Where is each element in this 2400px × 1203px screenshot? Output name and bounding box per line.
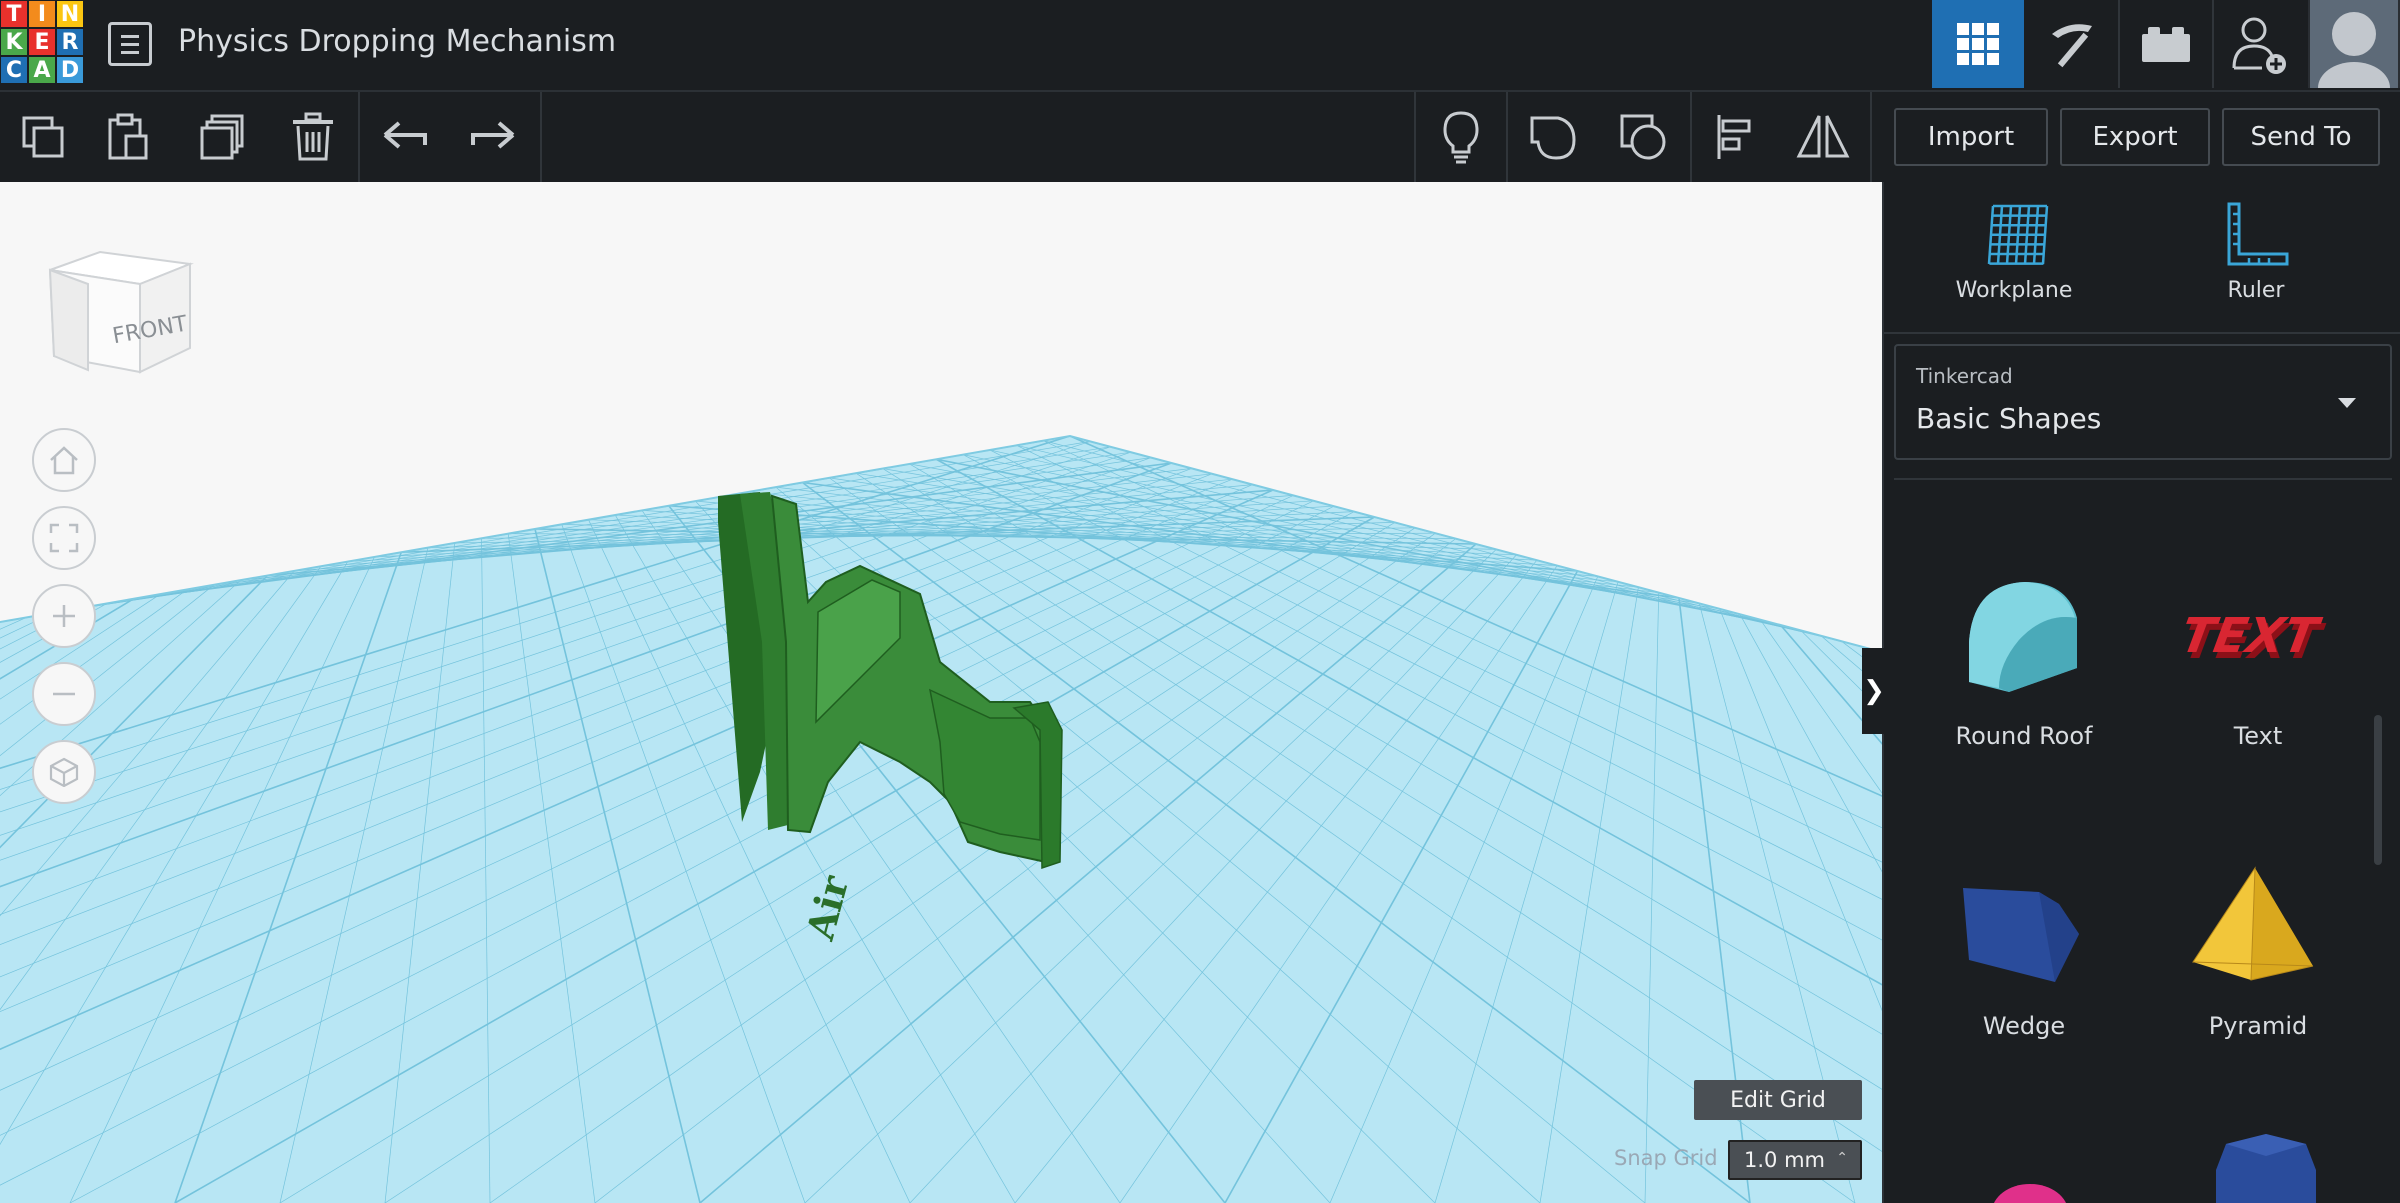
cube-icon — [49, 757, 79, 787]
shape-label: Wedge — [1982, 1012, 2066, 1040]
chevron-up-icon: ⌃ — [1836, 1150, 1848, 1166]
mirror-icon — [1796, 115, 1850, 158]
text-shape: TEXT TEXT — [2183, 608, 2329, 670]
fit-view-button[interactable] — [32, 506, 96, 570]
shape-round-roof[interactable]: Round Roof — [1924, 572, 2124, 772]
edit-toolbar: Import Export Send To — [0, 90, 2400, 182]
bricks-view-button[interactable] — [2120, 0, 2212, 88]
shape-text[interactable]: TEXT TEXT Text — [2158, 572, 2358, 772]
logo-letter: T — [0, 0, 28, 28]
shape-label: Round Roof — [1955, 722, 2093, 750]
workplane-tool[interactable]: Workplane — [1924, 202, 2104, 322]
sphere-shape-partial[interactable] — [1980, 1172, 2080, 1203]
shape-library-select[interactable]: Tinkercad Basic Shapes — [1894, 344, 2392, 460]
panel-scrollbar[interactable] — [2374, 715, 2382, 865]
logo-letter: A — [28, 56, 56, 84]
add-user-icon — [2232, 17, 2286, 74]
blocks-view-button[interactable] — [2026, 0, 2118, 88]
ruler-icon — [2227, 202, 2289, 266]
shapes-panel: Workplane Ruler Tinkercad Basic Shapes R… — [1882, 182, 2400, 1203]
lightbulb-icon — [1443, 111, 1479, 164]
round-roof-shape — [1969, 582, 2077, 692]
snap-grid-select[interactable]: 1.0 mm ⌃ — [1728, 1140, 1862, 1180]
wedge-shape — [1963, 888, 2079, 982]
ruler-tool[interactable]: Ruler — [2166, 202, 2346, 322]
bricks-icon — [2142, 27, 2190, 62]
library-name: Basic Shapes — [1916, 402, 2102, 435]
redo-button[interactable] — [450, 92, 536, 182]
duplicate-icon — [200, 114, 244, 160]
plus-icon — [53, 605, 75, 627]
tinkercad-editor: T I N K E R C A D Physics Dropping Mecha… — [0, 0, 2400, 1203]
projection-button[interactable] — [32, 740, 96, 804]
paste-icon — [108, 113, 148, 160]
profile-button[interactable] — [2308, 0, 2400, 88]
fit-view-icon — [49, 523, 79, 553]
undo-icon — [383, 121, 427, 149]
workplane-icon — [1987, 204, 2049, 265]
snap-grid-value: 1.0 mm — [1744, 1148, 1825, 1172]
solid-shape-icon — [1530, 116, 1576, 160]
home-icon — [50, 446, 78, 475]
logo-letter: I — [28, 0, 56, 28]
invite-user-button[interactable] — [2214, 0, 2306, 88]
edit-grid-button[interactable]: Edit Grid — [1694, 1080, 1862, 1120]
delete-button[interactable] — [270, 92, 356, 182]
mirror-button[interactable] — [1780, 92, 1866, 182]
dropdown-caret-icon — [2338, 398, 2356, 408]
grid-view-button[interactable] — [1932, 0, 2024, 88]
solid-button[interactable] — [1510, 92, 1596, 182]
view-cube[interactable]: FRONT — [40, 232, 200, 392]
align-button[interactable] — [1692, 92, 1778, 182]
logo-letter: R — [56, 28, 84, 56]
library-provider: Tinkercad — [1916, 364, 2013, 388]
home-view-button[interactable] — [32, 428, 96, 492]
import-button[interactable]: Import — [1894, 108, 2048, 166]
avatar — [2310, 0, 2398, 88]
workplane-label: Workplane — [1955, 278, 2073, 303]
logo-letter: D — [56, 56, 84, 84]
design-list-button[interactable] — [108, 22, 152, 66]
design-title[interactable]: Physics Dropping Mechanism — [178, 24, 616, 59]
zoom-out-button[interactable] — [32, 662, 96, 726]
hole-shape-icon — [1620, 114, 1666, 160]
paste-button[interactable] — [86, 92, 172, 182]
snap-grid-label: Snap Grid — [1614, 1146, 1718, 1170]
export-button[interactable]: Export — [2060, 108, 2210, 166]
shape-label: Text — [2233, 722, 2283, 750]
logo-letter: C — [0, 56, 28, 84]
top-bar: T I N K E R C A D Physics Dropping Mecha… — [0, 0, 2400, 88]
shape-pyramid[interactable]: Pyramid — [2158, 862, 2358, 1062]
notes-button[interactable] — [1418, 92, 1504, 182]
pyramid-shape — [2192, 866, 2314, 981]
ruler-label: Ruler — [2227, 278, 2285, 303]
grid-icon — [1957, 23, 1999, 65]
send-to-button[interactable]: Send To — [2222, 108, 2380, 166]
undo-button[interactable] — [362, 92, 448, 182]
workplane-grid[interactable]: Air — [0, 182, 1882, 1203]
pickaxe-icon — [2052, 24, 2092, 68]
tinkercad-logo[interactable]: T I N K E R C A D — [0, 0, 84, 84]
copy-button[interactable] — [0, 92, 86, 182]
copy-icon — [22, 116, 64, 158]
hole-button[interactable] — [1600, 92, 1686, 182]
chevron-right-icon: ❯ — [1863, 676, 1885, 706]
svg-text:TEXT: TEXT — [2183, 608, 2326, 664]
redo-icon — [471, 121, 515, 149]
logo-letter: E — [28, 28, 56, 56]
3d-viewport[interactable]: Air FRONT Edit Grid Snap Grid 1.0 mm ⌃ — [0, 182, 1882, 1203]
zoom-in-button[interactable] — [32, 584, 96, 648]
polygon-shape-partial[interactable] — [2206, 1130, 2326, 1203]
shape-wedge[interactable]: Wedge — [1924, 862, 2124, 1062]
logo-letter: N — [56, 0, 84, 28]
shape-label: Pyramid — [2208, 1012, 2308, 1040]
minus-icon — [53, 692, 75, 696]
collapse-panel-button[interactable]: ❯ — [1862, 648, 1886, 734]
duplicate-button[interactable] — [180, 92, 266, 182]
logo-letter: K — [0, 28, 28, 56]
delete-icon — [293, 112, 333, 161]
align-icon — [1717, 115, 1751, 159]
